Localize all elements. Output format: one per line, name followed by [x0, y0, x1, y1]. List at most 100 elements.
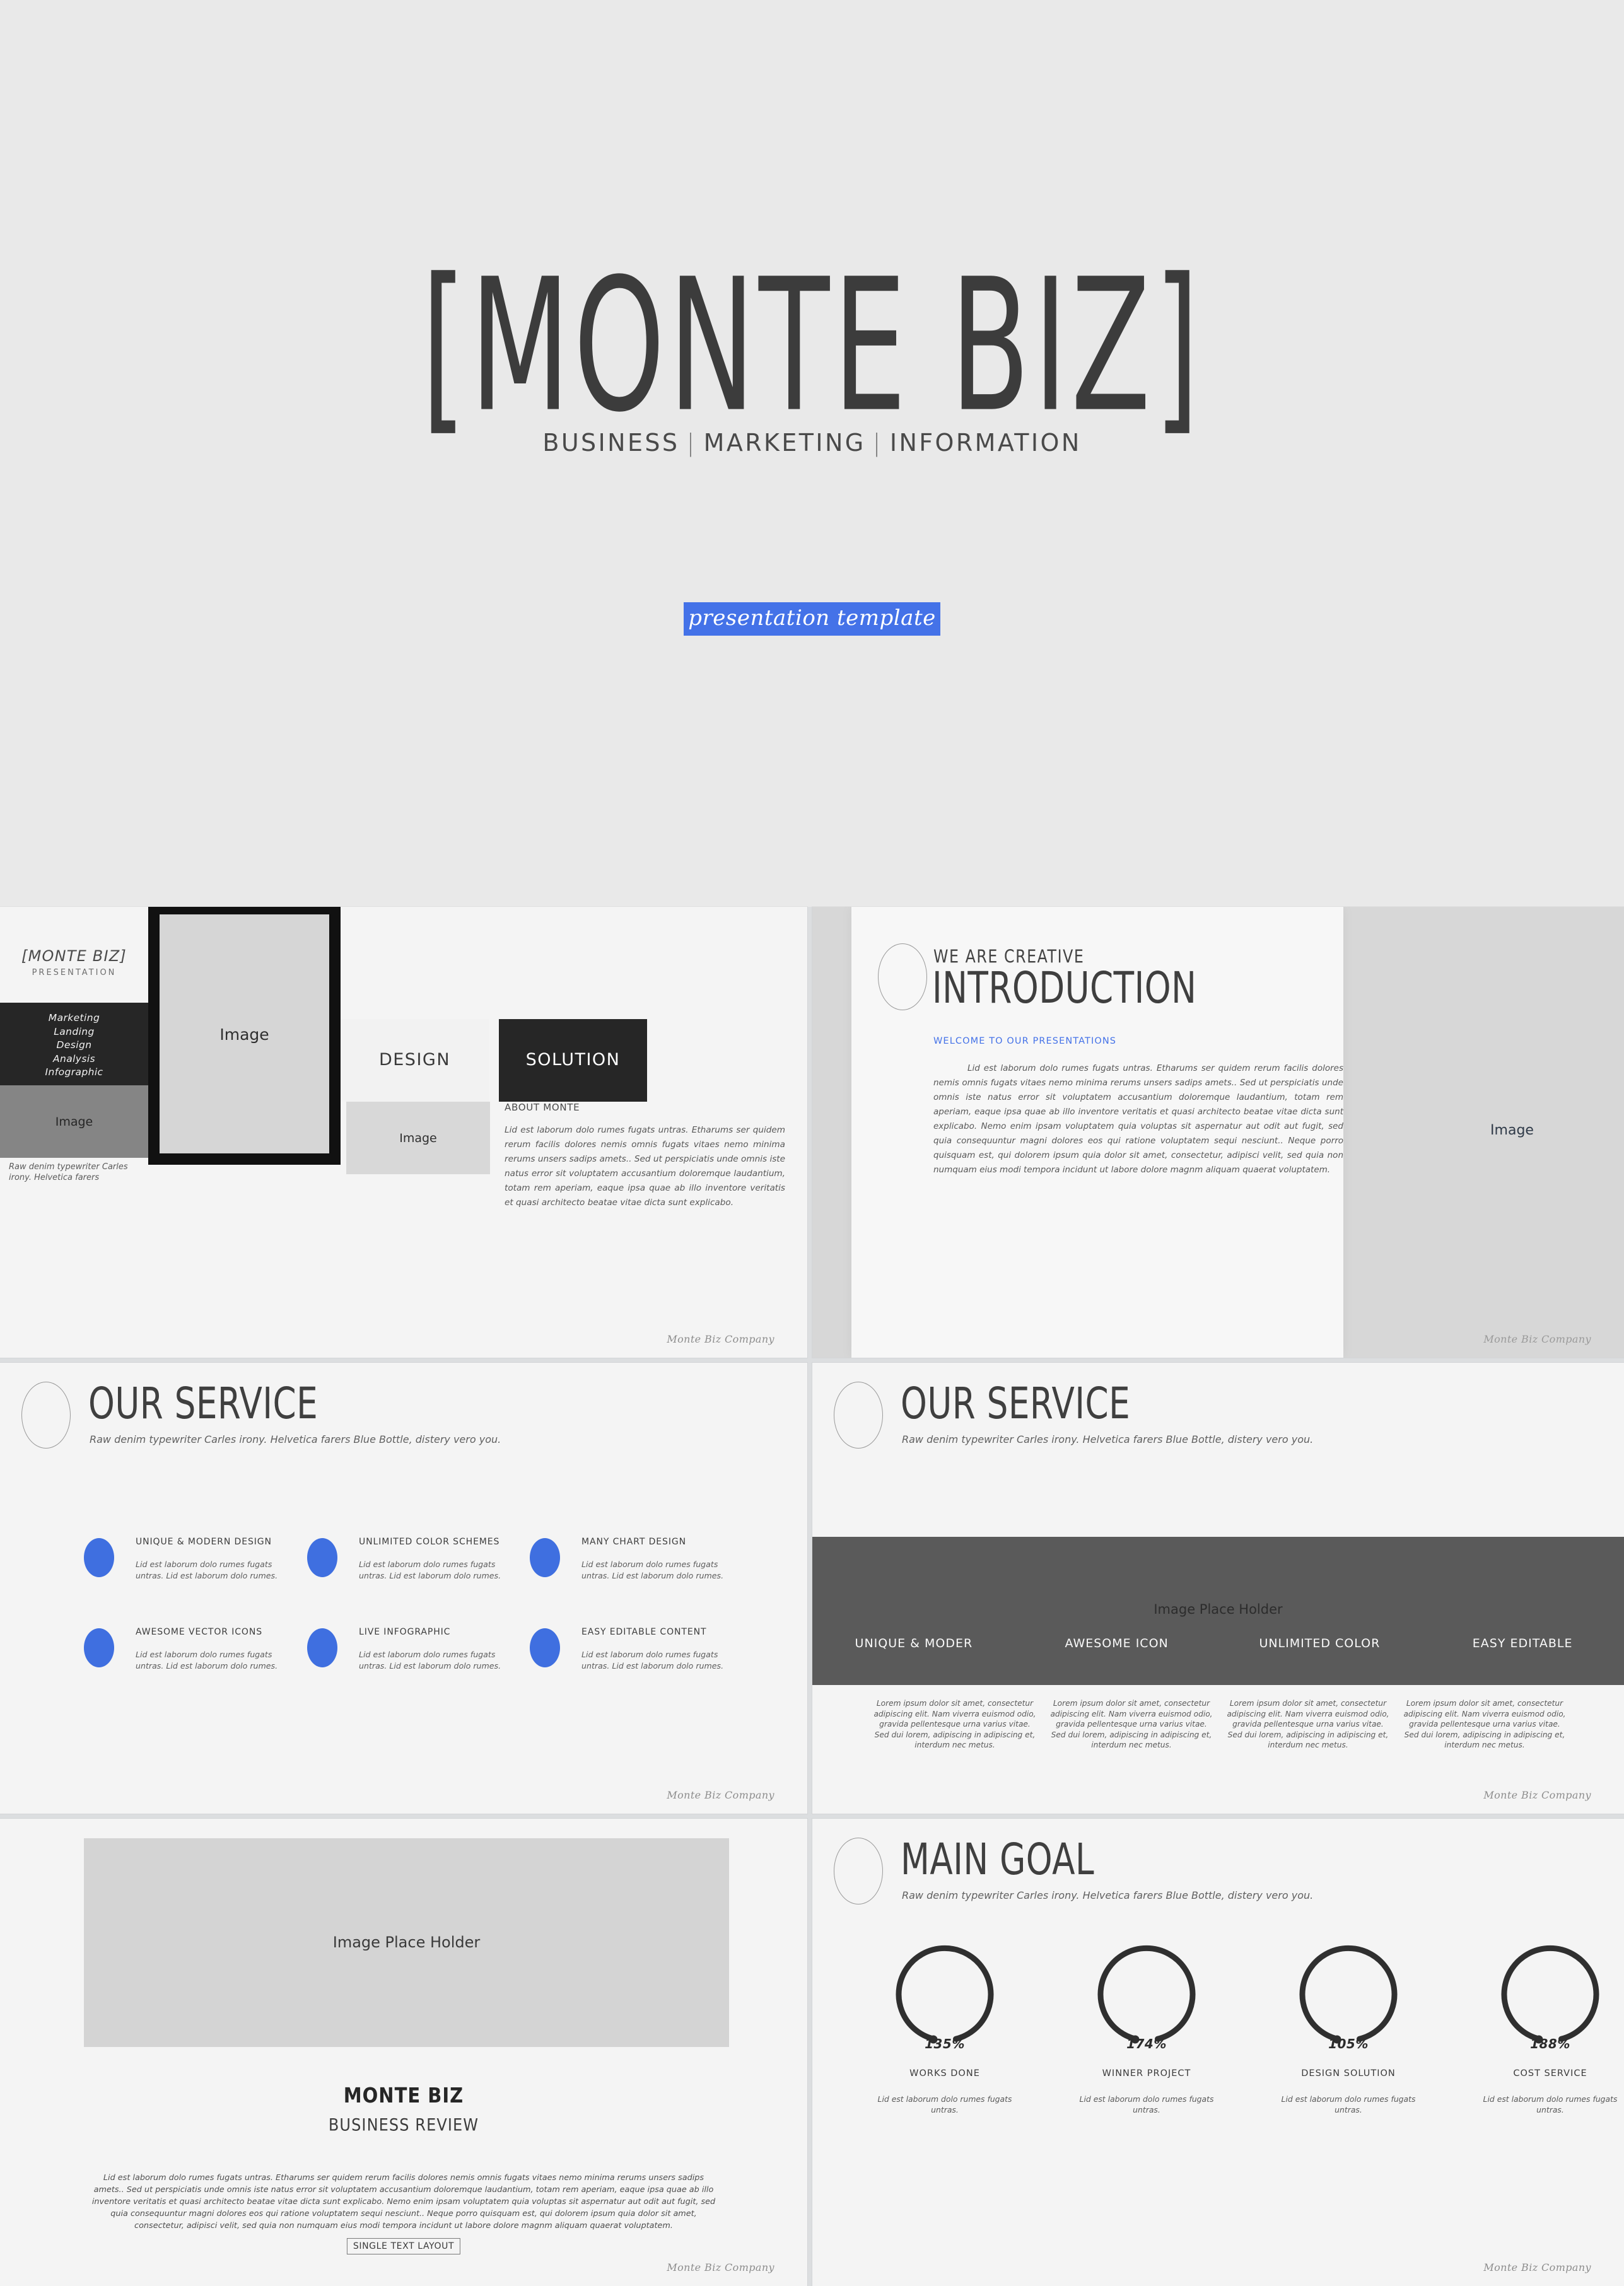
hero-subtitle-business: BUSINESS [542, 429, 680, 457]
service-item-title: LIVE INFOGRAPHIC [359, 1627, 451, 1637]
goal-label: WINNER PROJECT [1102, 2068, 1191, 2079]
goal-description: Lid est laborum dolo rumes fugats untras… [1281, 2094, 1416, 2114]
cover-menu-list: Marketing Landing Design Analysis Infogr… [0, 1012, 148, 1080]
goal-item[interactable]: 135% WORKS DONE Lid est laborum dolo rum… [866, 1945, 1024, 2115]
introduction-welcome-label: WELCOME TO OUR PRESENTATIONS [933, 1036, 1117, 1046]
service-item-text: AWESOME VECTOR ICONS Lid est laborum dol… [136, 1627, 292, 1672]
slide-grid: [MONTE BIZ] PRESENTATION Marketing Landi… [0, 907, 1624, 2286]
service-band-body-columns: Lorem ipsum dolor sit amet, consectetur … [873, 1698, 1567, 1751]
band-column-label: UNLIMITED COLOR [1259, 1636, 1381, 1650]
slide-business-review[interactable]: Image Place Holder MONTE BIZ BUSINESS RE… [0, 1819, 807, 2286]
service-item-body: Lid est laborum dolo rumes fugats untras… [136, 1650, 278, 1671]
cover-menu-item[interactable]: Design [0, 1039, 148, 1053]
service-item-title: EASY EDITABLE CONTENT [581, 1627, 707, 1637]
goal-description: Lid est laborum dolo rumes fugats untras… [1483, 2094, 1618, 2114]
image-placeholder-label: Image Place Holder [1154, 1602, 1283, 1617]
goal-description: Lid est laborum dolo rumes fugats untras… [1079, 2094, 1214, 2114]
review-subheading: BUSINESS REVIEW [328, 2115, 479, 2135]
slide-cover[interactable]: [MONTE BIZ] PRESENTATION Marketing Landi… [0, 907, 807, 1358]
hero-tag-wrapper: presentation template [0, 602, 1624, 636]
ellipse-icon [834, 1838, 883, 1904]
service-item-text: EASY EDITABLE CONTENT Lid est laborum do… [581, 1627, 738, 1672]
cover-design-label: DESIGN [378, 1050, 451, 1070]
introduction-title: INTRODUCTION [932, 963, 1197, 1014]
bullet-circle-icon [84, 1628, 114, 1667]
hero-subtitle-marketing: MARKETING [703, 429, 866, 457]
slide-main-goal[interactable]: MAIN GOAL Raw denim typewriter Carles ir… [812, 1819, 1624, 2286]
goal-description: Lid est laborum dolo rumes fugats untras… [877, 2094, 1012, 2114]
cover-note-text: Raw denim typewriter Carles irony. Helve… [9, 1162, 128, 1182]
service-item-title: AWESOME VECTOR ICONS [136, 1627, 263, 1637]
footer-brand: Monte Biz Company [667, 1789, 774, 1801]
service-item-body: Lid est laborum dolo rumes fugats untras… [359, 1560, 501, 1580]
cover-menu-item[interactable]: Infographic [0, 1066, 148, 1080]
service-item-body: Lid est laborum dolo rumes fugats untras… [136, 1560, 278, 1580]
ellipse-icon [21, 1382, 71, 1449]
hero-subtitle: BUSINESS | MARKETING | INFORMATION [0, 429, 1624, 457]
progress-ring-icon: 188% [1500, 1945, 1601, 2051]
introduction-image-placeholder: Image [1400, 907, 1624, 1358]
band-column-body: Lorem ipsum dolor sit amet, consectetur … [873, 1699, 1036, 1749]
cover-menu-item[interactable]: Analysis [0, 1053, 148, 1066]
image-placeholder-label: Image Place Holder [332, 1933, 481, 1951]
cover-design-tile[interactable]: DESIGN [341, 1019, 489, 1102]
image-label: Image [1490, 1122, 1534, 1138]
slide-our-service-icons[interactable]: OUR SERVICE Raw denim typewriter Carles … [0, 1363, 807, 1814]
cover-secondary-image-placeholder: Image [346, 1102, 490, 1174]
image-label: Image [399, 1131, 437, 1145]
single-text-layout-button[interactable]: SINGLE TEXT LAYOUT [346, 2238, 461, 2254]
footer-brand: Monte Biz Company [1483, 2261, 1591, 2273]
review-image-placeholder: Image Place Holder [84, 1838, 729, 2047]
service-item-title: UNIQUE & MODERN DESIGN [136, 1537, 272, 1547]
bullet-circle-icon [84, 1538, 114, 1577]
goal-percent: 135% [925, 2036, 965, 2051]
footer-brand: Monte Biz Company [1483, 1333, 1591, 1345]
ellipse-icon [834, 1382, 883, 1449]
band-column-body: Lorem ipsum dolor sit amet, consectetur … [1050, 1699, 1213, 1749]
goal-item[interactable]: 188% COST SERVICE Lid est laborum dolo r… [1471, 1945, 1624, 2115]
hero-content: [MONTE BIZ] BUSINESS | MARKETING | INFORMATI… [0, 0, 1624, 901]
cover-menu-block: Marketing Landing Design Analysis Infogr… [0, 1003, 148, 1085]
cover-title: [MONTE BIZ] [21, 947, 127, 965]
bullet-circle-icon [530, 1538, 560, 1577]
goal-title: MAIN GOAL [901, 1834, 1095, 1886]
progress-ring-icon: 174% [1096, 1945, 1197, 2051]
cover-title-block: [MONTE BIZ] PRESENTATION [0, 907, 148, 1003]
band-column-label: EASY EDITABLE [1472, 1636, 1573, 1650]
divider-2: | [872, 429, 883, 457]
band-column-label: AWESOME ICON [1065, 1636, 1169, 1650]
image-label: Image [55, 1115, 93, 1129]
service-item-text: UNIQUE & MODERN DESIGN Lid est laborum d… [136, 1537, 292, 1582]
hero-banner: [MONTE BIZ] BUSINESS | MARKETING | INFORMATI… [0, 0, 1624, 901]
divider-1: | [686, 429, 697, 457]
service-item-body: Lid est laborum dolo rumes fugats untras… [581, 1650, 724, 1671]
bullet-circle-icon [307, 1538, 337, 1577]
progress-ring-icon: 105% [1298, 1945, 1399, 2051]
hero-subtitle-information: INFORMATION [889, 429, 1082, 457]
cover-menu-item[interactable]: Landing [0, 1025, 148, 1039]
introduction-body: Lid est laborum dolo rumes fugats untras… [933, 1063, 1343, 1175]
goal-item[interactable]: 105% DESIGN SOLUTION Lid est laborum dol… [1270, 1945, 1427, 2115]
service-title: OUR SERVICE [88, 1379, 318, 1430]
footer-brand: Monte Biz Company [667, 2261, 774, 2273]
cover-solution-tile[interactable]: SOLUTION [499, 1019, 647, 1102]
review-body: Lid est laborum dolo rumes fugats untras… [91, 2173, 716, 2231]
cover-main-image-placeholder: Image [160, 914, 329, 1153]
service-band-subtitle: Raw denim typewriter Carles irony. Helve… [902, 1433, 1314, 1445]
goal-item[interactable]: 174% WINNER PROJECT Lid est laborum dolo… [1068, 1945, 1225, 2115]
bullet-circle-icon [530, 1628, 560, 1667]
footer-brand: Monte Biz Company [1483, 1789, 1591, 1801]
progress-ring-icon: 135% [894, 1945, 995, 2051]
cover-about-body: Lid est laborum dolo rumes fugats untras… [505, 1125, 785, 1208]
cover-menu-item[interactable]: Marketing [0, 1012, 148, 1025]
band-column-body: Lorem ipsum dolor sit amet, consectetur … [1227, 1699, 1389, 1749]
review-heading: MONTE BIZ [343, 2084, 464, 2108]
service-item-text: LIVE INFOGRAPHIC Lid est laborum dolo ru… [359, 1627, 515, 1672]
footer-brand: Monte Biz Company [667, 1333, 774, 1345]
cover-subtitle: PRESENTATION [32, 968, 117, 977]
cover-solution-label: SOLUTION [525, 1050, 621, 1070]
slide-our-service-band[interactable]: OUR SERVICE Raw denim typewriter Carles … [812, 1363, 1624, 1814]
service-item-text: UNLIMITED COLOR SCHEMES Lid est laborum … [359, 1537, 515, 1582]
presentation-template-badge: presentation template [684, 602, 940, 636]
slide-introduction[interactable]: WE ARE CREATIVE INTRODUCTION WELCOME TO … [812, 907, 1624, 1358]
